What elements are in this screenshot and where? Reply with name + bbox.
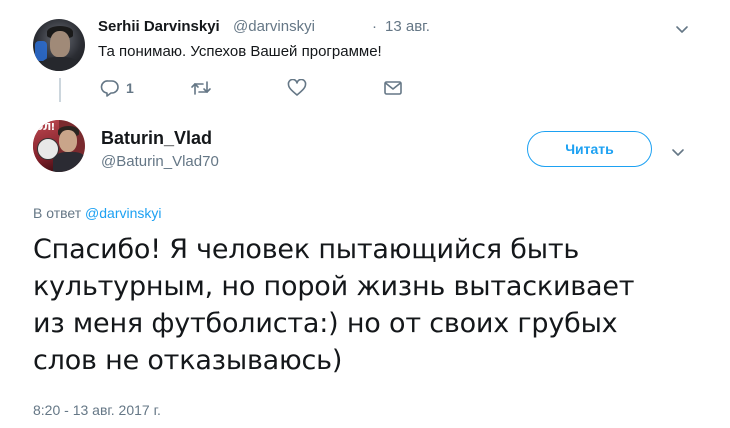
reply-mention-link[interactable]: @darvinskyi <box>85 205 161 221</box>
follow-button[interactable]: Читать <box>527 131 652 167</box>
author-name[interactable]: Baturin_Vlad <box>101 128 212 149</box>
tweet-time[interactable]: 13 авг. <box>385 18 430 35</box>
direct-message-button[interactable] <box>383 79 403 97</box>
separator-dot: · <box>372 18 377 35</box>
reply-button[interactable]: 1 <box>100 79 134 97</box>
tweet-timestamp[interactable]: 8:20 - 13 авг. 2017 г. <box>33 402 161 418</box>
direct-message-icon <box>384 81 402 95</box>
retweet-icon <box>191 81 211 95</box>
reply-context: В ответ @darvinskyi <box>33 205 161 221</box>
like-button[interactable] <box>287 79 307 97</box>
chevron-down-icon[interactable] <box>674 24 690 36</box>
chevron-down-icon[interactable] <box>670 147 686 159</box>
like-icon <box>287 79 307 96</box>
retweet-button[interactable] <box>190 79 212 97</box>
tweet-text-line: из меня футболиста:) но от своих грубых <box>33 308 618 339</box>
tweet-text: Спасибо! Я человек пытающийся быть культ… <box>33 231 693 379</box>
reply-count: 1 <box>126 80 134 96</box>
thread-line <box>59 78 61 102</box>
tweet-text: Та понимаю. Успехов Вашей программе! <box>98 43 382 60</box>
author-handle[interactable]: @Baturin_Vlad70 <box>101 153 219 170</box>
tweet-text-line: слов не отказываюсь) <box>33 345 343 376</box>
reply-prefix: В ответ <box>33 205 86 221</box>
reply-icon <box>100 80 119 97</box>
tweet-text-line: Спасибо! Я человек пытающийся быть <box>33 234 580 265</box>
author-name[interactable]: Serhii Darvinskyi <box>98 18 220 35</box>
author-handle[interactable]: @darvinskyi <box>233 18 315 35</box>
avatar[interactable]: ЭЛ! <box>33 120 85 172</box>
avatar[interactable] <box>33 19 85 71</box>
tweet-text-line: культурным, но порой жизнь вытаскивает <box>33 271 635 302</box>
